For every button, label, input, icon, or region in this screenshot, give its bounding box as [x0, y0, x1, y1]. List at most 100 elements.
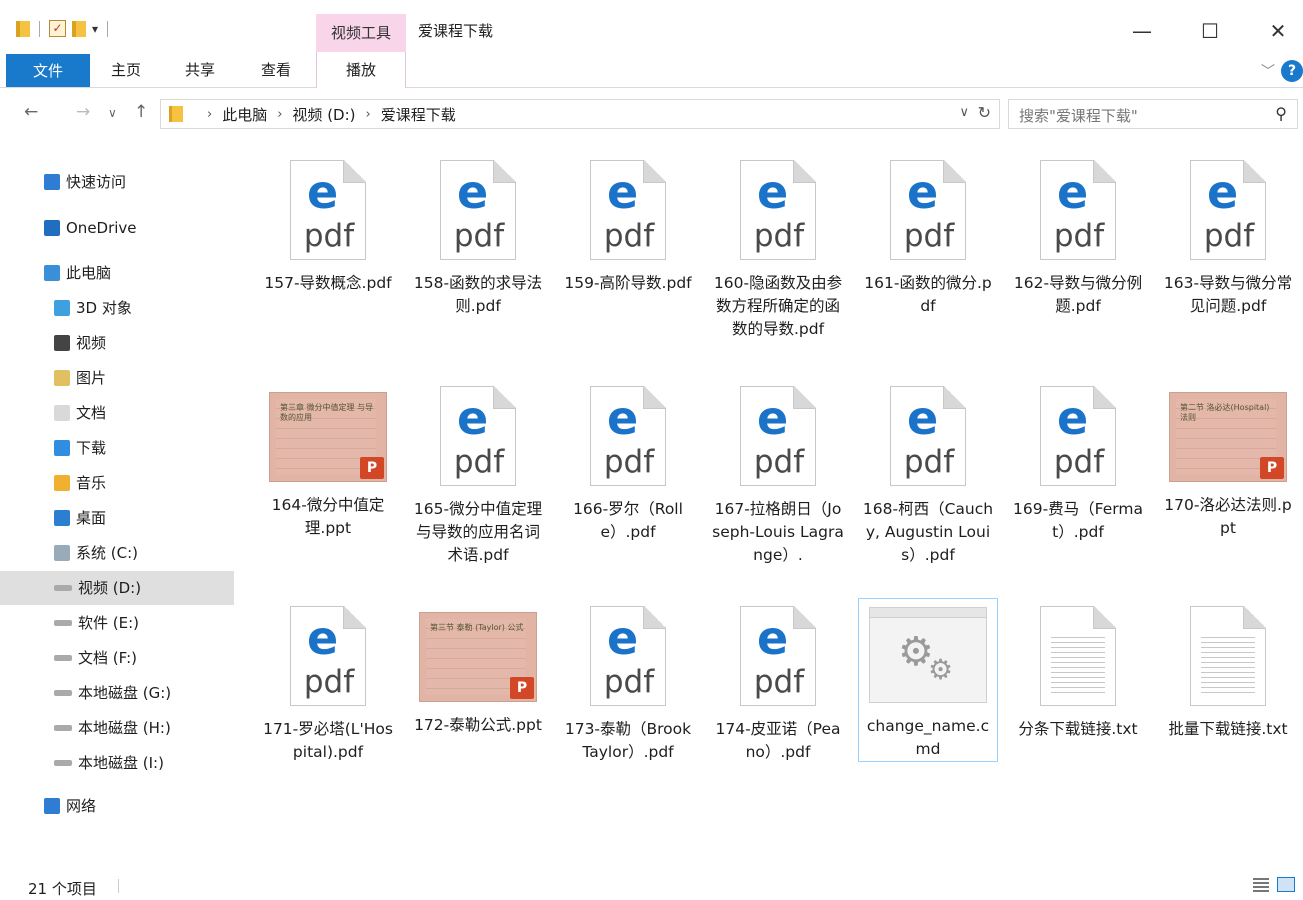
sidebar-item-label: 视频: [76, 334, 107, 352]
pdf-file-icon: e pdf: [890, 160, 966, 260]
file-name: 173-泰勒（Brook Taylor）.pdf: [564, 720, 692, 761]
sidebar-item[interactable]: 音乐: [0, 466, 234, 500]
file-name: 159-高阶导数.pdf: [564, 274, 692, 292]
file-item[interactable]: e pdf 166-罗尔（Rolle）.pdf: [558, 378, 698, 544]
file-item[interactable]: 第三节 泰勒 (Taylor) 公式 P 172-泰勒公式.ppt: [408, 598, 548, 737]
file-item[interactable]: e pdf 168-柯西（Cauchy, Augustin Louis）.pdf: [858, 378, 998, 567]
breadcrumb-drive-d[interactable]: 视频 (D:): [292, 104, 355, 125]
file-name: 158-函数的求导法则.pdf: [413, 274, 543, 315]
address-dropdown-icon[interactable]: ∨: [959, 105, 969, 120]
sidebar-item[interactable]: OneDrive: [0, 211, 234, 245]
properties-icon[interactable]: ✓: [49, 20, 66, 37]
file-item[interactable]: e pdf 162-导数与微分例题.pdf: [1008, 152, 1148, 318]
sidebar-item[interactable]: 本地磁盘 (G:): [0, 676, 234, 710]
search-input[interactable]: 搜索"爱课程下载" ⚲: [1008, 99, 1298, 129]
tab-share[interactable]: 共享: [172, 52, 228, 88]
sidebar-item[interactable]: 文档: [0, 396, 234, 430]
sidebar-item[interactable]: 本地磁盘 (H:): [0, 711, 234, 745]
file-item[interactable]: e pdf 169-费马（Fermat）.pdf: [1008, 378, 1148, 544]
file-item[interactable]: e pdf 160-隐函数及由参数方程所确定的函数的导数.pdf: [708, 152, 848, 341]
pdf-file-icon: e pdf: [440, 386, 516, 486]
customize-dropdown-icon[interactable]: ▾: [92, 22, 98, 36]
expand-ribbon-icon[interactable]: ﹀: [1261, 61, 1275, 81]
pdf-file-icon: e pdf: [590, 606, 666, 706]
file-name: 162-导数与微分例题.pdf: [1013, 274, 1143, 315]
edge-logo-icon: e: [1207, 165, 1239, 219]
chevron-right-icon[interactable]: ›: [207, 107, 212, 122]
sidebar-item[interactable]: 文档 (F:): [0, 641, 234, 675]
file-item[interactable]: e pdf 173-泰勒（Brook Taylor）.pdf: [558, 598, 698, 764]
ppt-thumbnail-icon: 第三节 泰勒 (Taylor) 公式 P: [419, 612, 537, 702]
sidebar-item[interactable]: 图片: [0, 361, 234, 395]
back-icon[interactable]: ←: [24, 102, 38, 122]
file-item[interactable]: ⚙ ⚙ change_name.cmd: [858, 598, 998, 762]
file-name: 167-拉格朗日（Joseph-Louis Lagrange）.: [712, 500, 844, 564]
ppt-thumbnail-icon: 第二节 洛必达(Hospital)法则 P: [1169, 392, 1287, 482]
file-item[interactable]: e pdf 163-导数与微分常见问题.pdf: [1158, 152, 1298, 318]
file-name: 165-微分中值定理与导数的应用名词术语.pdf: [413, 500, 543, 564]
sidebar-item[interactable]: 3D 对象: [0, 291, 234, 325]
sidebar-item[interactable]: 视频 (D:): [0, 571, 234, 605]
sidebar-item-label: 桌面: [76, 509, 107, 527]
new-folder-icon[interactable]: [72, 20, 86, 37]
breadcrumb-this-pc[interactable]: 此电脑: [222, 104, 267, 125]
sidebar-item[interactable]: 本地磁盘 (I:): [0, 746, 234, 780]
file-name: 163-导数与微分常见问题.pdf: [1163, 274, 1293, 315]
file-item[interactable]: e pdf 171-罗必塔(L'Hospital).pdf: [258, 598, 398, 764]
large-icons-view-icon[interactable]: [1277, 877, 1295, 892]
powerpoint-icon: P: [360, 457, 384, 479]
close-button[interactable]: ✕: [1260, 16, 1296, 46]
up-icon[interactable]: ↑: [134, 102, 148, 122]
tab-view[interactable]: 查看: [248, 52, 304, 88]
tab-file[interactable]: 文件: [6, 54, 90, 87]
sidebar-item[interactable]: 网络: [0, 789, 234, 823]
drive-icon: [54, 585, 72, 591]
file-item[interactable]: e pdf 161-函数的微分.pdf: [858, 152, 998, 318]
sidebar-item[interactable]: 下载: [0, 431, 234, 465]
slide-title: 第三节 泰勒 (Taylor) 公式: [430, 623, 524, 632]
address-bar[interactable]: › 此电脑 › 视频 (D:) › 爱课程下载 ∨ ↻: [160, 99, 1000, 129]
file-item[interactable]: 批量下载链接.txt: [1158, 598, 1298, 741]
sidebar-item[interactable]: 快速访问: [0, 165, 234, 199]
sidebar-item[interactable]: 软件 (E:): [0, 606, 234, 640]
file-item[interactable]: 分条下载链接.txt: [1008, 598, 1148, 741]
chevron-right-icon[interactable]: ›: [277, 107, 282, 122]
file-item[interactable]: e pdf 174-皮亚诺（Peano）.pdf: [708, 598, 848, 764]
sidebar-item-label: 本地磁盘 (G:): [78, 684, 172, 702]
search-icon[interactable]: ⚲: [1275, 104, 1287, 123]
file-item[interactable]: e pdf 157-导数概念.pdf: [258, 152, 398, 295]
recent-locations-icon[interactable]: ∨: [108, 106, 117, 120]
drive-icon: [54, 760, 72, 766]
file-item[interactable]: e pdf 167-拉格朗日（Joseph-Louis Lagrange）.: [708, 378, 848, 567]
file-name: 171-罗必塔(L'Hospital).pdf: [263, 720, 393, 761]
file-item[interactable]: e pdf 159-高阶导数.pdf: [558, 152, 698, 295]
minimize-button[interactable]: —: [1124, 16, 1160, 46]
file-item[interactable]: 第二节 洛必达(Hospital)法则 P 170-洛必达法则.ppt: [1158, 378, 1298, 540]
sidebar-item[interactable]: 桌面: [0, 501, 234, 535]
forward-icon[interactable]: →: [76, 102, 90, 122]
breadcrumb-current-folder[interactable]: 爱课程下载: [381, 104, 456, 125]
folder-icon[interactable]: [16, 20, 30, 37]
file-name: change_name.cmd: [866, 717, 990, 758]
file-item[interactable]: 第三章 微分中值定理 与导数的应用 P 164-微分中值定理.ppt: [258, 378, 398, 540]
pdf-file-icon: e pdf: [1190, 160, 1266, 260]
tab-play[interactable]: 播放: [316, 52, 406, 88]
sidebar-item[interactable]: 此电脑: [0, 256, 234, 290]
refresh-icon[interactable]: ↻: [978, 103, 991, 122]
file-item[interactable]: e pdf 165-微分中值定理与导数的应用名词术语.pdf: [408, 378, 548, 567]
help-icon[interactable]: ?: [1281, 60, 1303, 82]
tab-home[interactable]: 主页: [98, 52, 154, 88]
file-name: 157-导数概念.pdf: [264, 274, 392, 292]
details-view-icon[interactable]: [1253, 878, 1269, 892]
maximize-button[interactable]: ☐: [1192, 16, 1228, 46]
sidebar-item-label: 文档 (F:): [78, 649, 137, 667]
file-name: 174-皮亚诺（Peano）.pdf: [715, 720, 841, 761]
file-item[interactable]: e pdf 158-函数的求导法则.pdf: [408, 152, 548, 318]
sidebar-item[interactable]: 系统 (C:): [0, 536, 234, 570]
sidebar-item[interactable]: 视频: [0, 326, 234, 360]
drive-icon: [54, 725, 72, 731]
window-title: 爱课程下载: [418, 22, 494, 40]
chevron-right-icon[interactable]: ›: [366, 107, 371, 122]
drive-icon: [54, 690, 72, 696]
pdf-label: pdf: [303, 218, 355, 254]
